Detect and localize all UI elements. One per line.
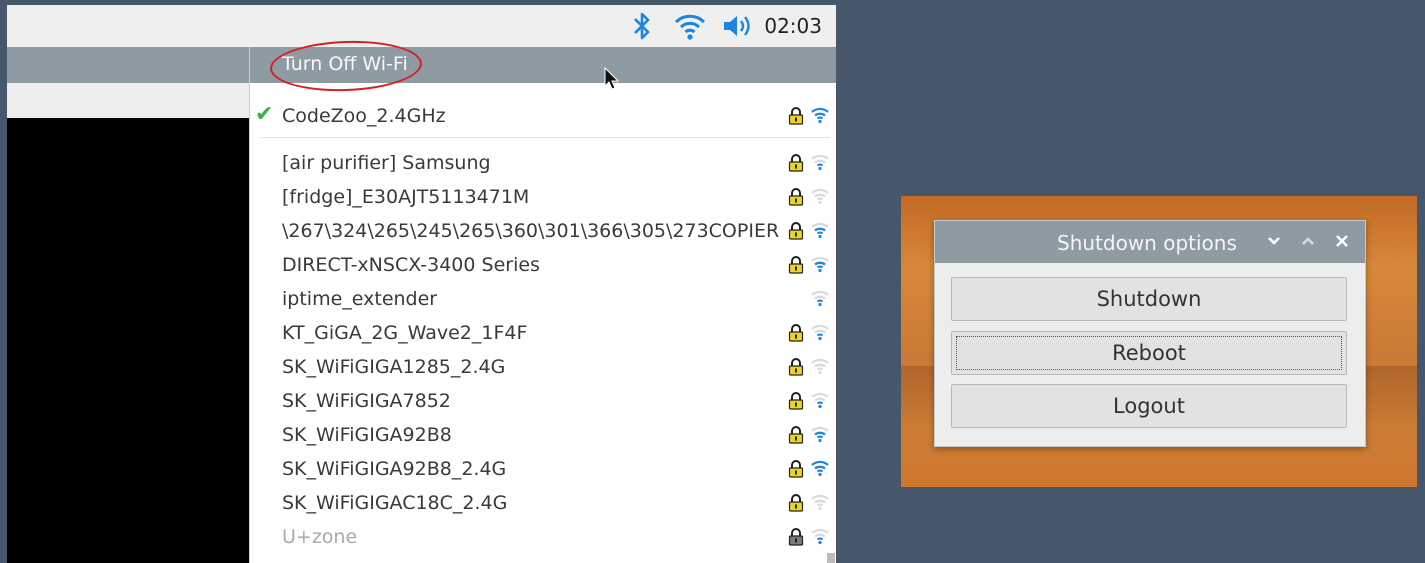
network-name: DIRECT-xNSCX-3400 Series	[282, 254, 540, 276]
turn-off-wifi-item[interactable]: Turn Off Wi-Fi	[250, 38, 836, 94]
minimize-chevron-down-icon[interactable]	[1263, 230, 1285, 252]
wifi-signal-icon	[810, 424, 830, 448]
network-item[interactable]: [fridge]_E30AJT5113471M	[250, 181, 836, 215]
lock-icon	[788, 324, 804, 346]
dialog-title-bar[interactable]: Shutdown options	[935, 221, 1365, 263]
network-item[interactable]: SK_WiFiGIGAC18C_2.4G	[250, 487, 836, 521]
maximize-chevron-up-icon[interactable]	[1297, 230, 1319, 252]
network-name: CodeZoo_2.4GHz	[282, 105, 446, 127]
lock-icon	[788, 392, 804, 414]
lock-icon	[788, 154, 804, 176]
network-name: U+zone	[282, 526, 358, 548]
red-annotation-circle	[269, 38, 423, 94]
lock-icon	[788, 426, 804, 448]
network-name: SK_WiFiGIGA92B8	[282, 424, 452, 446]
network-item[interactable]: KT_GiGA_2G_Wave2_1F4F	[250, 317, 836, 351]
wifi-signal-icon	[810, 356, 830, 380]
wifi-signal-icon	[810, 105, 830, 129]
lock-icon	[788, 460, 804, 482]
checkmark-icon: ✔	[255, 102, 274, 127]
network-item[interactable]: SK_WiFiGIGA92B8	[250, 419, 836, 453]
lock-icon	[788, 358, 804, 380]
wifi-icon[interactable]	[673, 11, 707, 41]
network-name: SK_WiFiGIGA1285_2.4G	[282, 356, 506, 378]
network-item[interactable]: [air purifier] Samsung	[250, 147, 836, 181]
clock[interactable]: 02:03	[764, 14, 822, 38]
network-name: [air purifier] Samsung	[282, 152, 491, 174]
lock-icon	[788, 188, 804, 210]
network-name: iptime_extender	[282, 288, 438, 310]
volume-icon[interactable]	[721, 11, 757, 41]
taskbar: 02:03	[7, 5, 836, 47]
reboot-button[interactable]: Reboot	[951, 331, 1347, 375]
wifi-signal-icon	[810, 492, 830, 516]
wifi-signal-icon	[810, 152, 830, 176]
wifi-network-menu: Turn Off Wi-Fi ✔ CodeZoo_2.4GHz [air pur…	[249, 38, 836, 563]
network-name: \267\324\265\245\265\360\301\366\305\273…	[282, 220, 780, 242]
network-item[interactable]: DIRECT-xNSCX-3400 Series	[250, 249, 836, 283]
wifi-signal-icon	[810, 526, 830, 550]
wifi-signal-icon	[810, 288, 830, 312]
network-name: SK_WiFiGIGAC18C_2.4G	[282, 492, 508, 514]
close-icon[interactable]	[1331, 230, 1353, 252]
lock-icon	[788, 256, 804, 278]
network-name: KT_GiGA_2G_Wave2_1F4F	[282, 322, 528, 344]
wifi-menu-screenshot: 02:03 Turn Off Wi-Fi ✔ CodeZoo_2.4GHz [a…	[7, 5, 836, 563]
network-item[interactable]: U+zone	[250, 521, 836, 555]
wifi-signal-icon	[810, 254, 830, 278]
wifi-signal-icon	[810, 220, 830, 244]
shutdown-options-dialog: Shutdown options Shutdown Reboot Logout	[934, 220, 1366, 447]
network-item[interactable]: SK_WiFiGIGA7852	[250, 385, 836, 419]
wifi-signal-icon	[810, 390, 830, 414]
network-item-connected[interactable]: ✔ CodeZoo_2.4GHz	[250, 100, 836, 134]
wifi-signal-icon	[810, 322, 830, 346]
shutdown-dialog-screenshot: Shutdown options Shutdown Reboot Logout	[901, 196, 1417, 487]
network-name: SK_WiFiGIGA92B8_2.4G	[282, 458, 507, 480]
network-item[interactable]: SK_WiFiGIGA1285_2.4G	[250, 351, 836, 385]
network-name: [fridge]_E30AJT5113471M	[282, 186, 530, 208]
lock-icon	[788, 494, 804, 516]
network-item[interactable]: \267\324\265\245\265\360\301\366\305\273…	[250, 215, 836, 249]
dialog-title: Shutdown options	[1057, 231, 1237, 255]
lock-icon	[788, 222, 804, 244]
bluetooth-icon[interactable]	[632, 11, 652, 41]
lock-icon	[788, 528, 804, 550]
wifi-signal-icon	[810, 458, 830, 482]
network-name: SK_WiFiGIGA7852	[282, 390, 451, 412]
lock-icon	[788, 107, 804, 129]
logout-button[interactable]: Logout	[951, 384, 1347, 428]
network-item[interactable]: SK_WiFiGIGA92B8_2.4G	[250, 453, 836, 487]
focus-ring	[956, 336, 1342, 370]
shutdown-button[interactable]: Shutdown	[951, 277, 1347, 321]
menu-separator	[260, 137, 830, 138]
network-item[interactable]: iptime_extender	[250, 283, 836, 317]
wifi-signal-icon	[810, 186, 830, 210]
menu-scroll-arrow[interactable]	[827, 553, 835, 563]
mouse-cursor-icon	[604, 67, 620, 90]
